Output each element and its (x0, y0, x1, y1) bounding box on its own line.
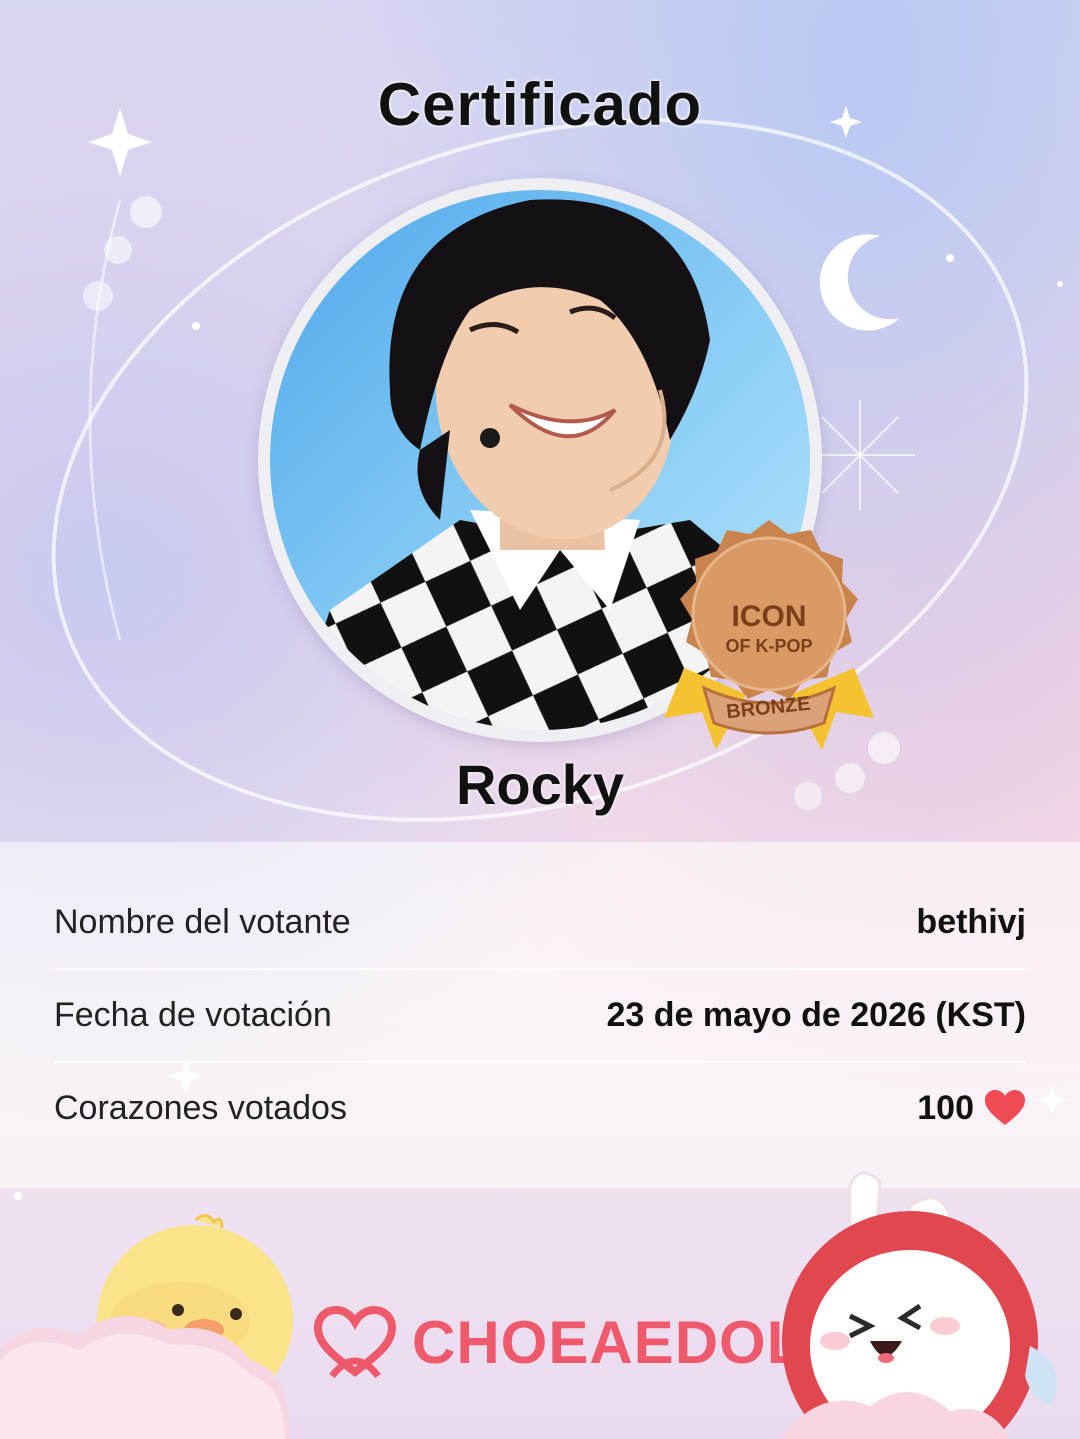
moon-icon (819, 234, 900, 331)
date-label: Fecha de votación (54, 995, 332, 1034)
voter-row: Nombre del votante bethivj (54, 876, 1026, 968)
date-value: 23 de mayo de 2026 (KST) (606, 995, 1026, 1034)
voter-label: Nombre del votante (54, 902, 351, 941)
vote-details-panel: Nombre del votante bethivj Fecha de vota… (0, 842, 1080, 1188)
bronze-medal-icon: ICON OF K-POP BRONZE (664, 520, 874, 750)
certificate-title: Certificado (377, 71, 703, 138)
icon-of-kpop-badge: ICON OF K-POP BRONZE (664, 518, 874, 758)
choeaedol-logo: CHOEAEDOL (312, 1302, 804, 1382)
hearts-value-group: 100 (917, 1089, 1026, 1128)
date-row: Fecha de votación 23 de mayo de 2026 (KS… (54, 969, 1026, 1061)
chick-mascot (0, 1214, 293, 1439)
badge-line-1: ICON (732, 600, 807, 633)
bunny-mascot (780, 1171, 1057, 1439)
choeaedol-logo-icon (313, 1306, 397, 1378)
hearts-label: Corazones votados (54, 1088, 347, 1127)
idol-name: Rocky (455, 753, 625, 816)
certificate-page: Certificado ICON OF K-POP BRONZE Rocky N… (0, 0, 1080, 1439)
brand-name: CHOEAEDOL (412, 1308, 805, 1376)
hearts-value: 100 (917, 1088, 974, 1127)
hearts-row: Corazones votados 100 (54, 1062, 1026, 1154)
badge-line-2: OF K-POP (725, 636, 812, 656)
voter-value: bethivj (916, 902, 1026, 941)
heart-icon (985, 1090, 1025, 1125)
